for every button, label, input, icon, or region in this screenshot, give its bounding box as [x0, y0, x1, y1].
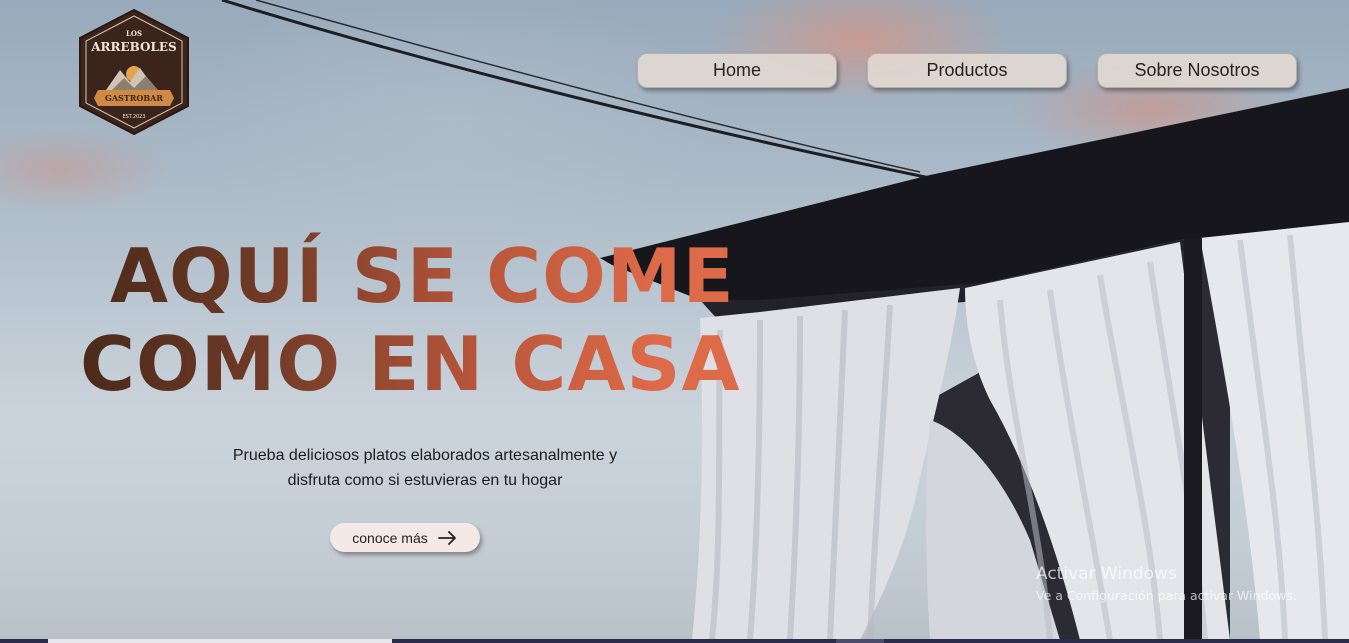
- hero-subtitle: Prueba deliciosos platos elaborados arte…: [190, 443, 660, 493]
- nav-productos-button[interactable]: Productos: [867, 53, 1067, 88]
- hero-headline-line2: COMO EN CASA: [80, 320, 741, 408]
- windows-activation-watermark: Activar Windows Ve a Configuración para …: [1036, 564, 1297, 603]
- watermark-title: Activar Windows: [1036, 564, 1177, 584]
- hero-subtitle-line2: disfruta como si estuvieras en tu hogar: [287, 472, 563, 489]
- brand-logo[interactable]: LOS ARREBOLES GASTROBAR EST.2023: [76, 8, 192, 136]
- hero-headline-line1: AQUÍ SE COME: [110, 232, 735, 320]
- hero-headline: AQUÍ SE COME COMO EN CASA: [80, 232, 800, 408]
- logo-name-text: ARREBOLES: [90, 40, 176, 54]
- nav-productos-label: Productos: [926, 60, 1008, 80]
- logo-top-text: LOS: [126, 29, 142, 38]
- hero-subtitle-line1: Prueba deliciosos platos elaborados arte…: [232, 447, 618, 464]
- nav-sobre-nosotros-label: Sobre Nosotros: [1134, 60, 1260, 80]
- nav-home-label: Home: [712, 60, 761, 80]
- bottom-strip-highlight: [48, 639, 392, 643]
- logo-ribbon-text: GASTROBAR: [105, 93, 163, 103]
- bottom-strip-accent: [836, 639, 884, 643]
- nav-home-button[interactable]: Home: [637, 53, 837, 88]
- watermark-text: Ve a Configuración para activar Windows.: [1036, 588, 1297, 603]
- logo-est-text: EST.2023: [122, 114, 145, 120]
- arrow-right-icon: [437, 530, 456, 545]
- nav-sobre-nosotros-button[interactable]: Sobre Nosotros: [1097, 53, 1297, 88]
- conoce-mas-button[interactable]: conoce más: [330, 523, 480, 552]
- cta-label: conoce más: [352, 529, 428, 546]
- bottom-strip: [0, 639, 1349, 643]
